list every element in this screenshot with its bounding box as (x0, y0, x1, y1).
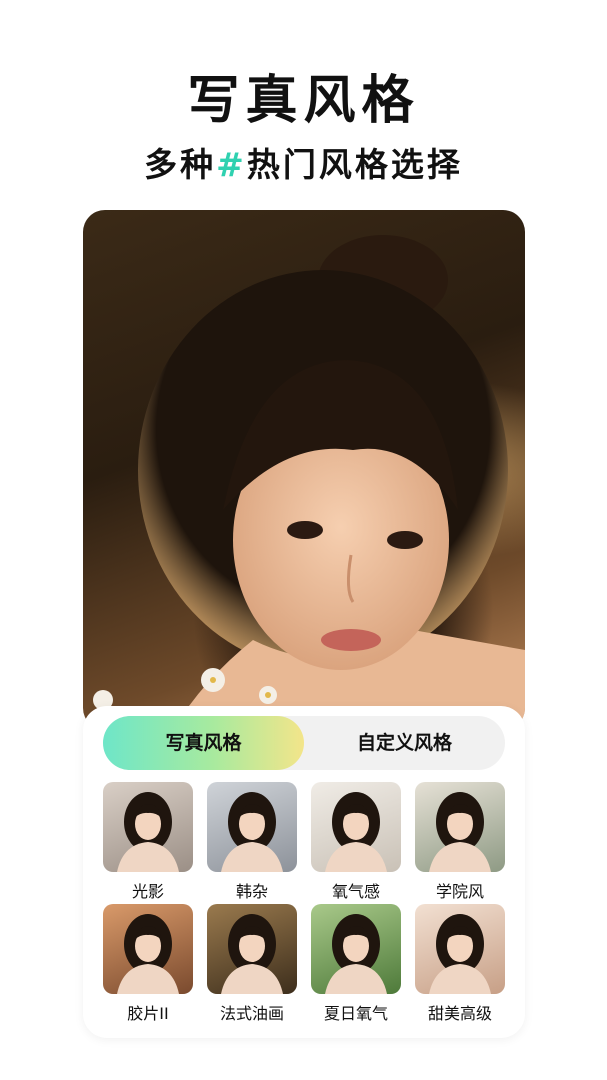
portrait-silhouette (429, 914, 491, 994)
page-subheadline: 多种#热门风格选择 (0, 138, 607, 186)
portrait-silhouette (325, 792, 387, 872)
style-thumbnail (103, 782, 193, 872)
style-label: 甜美高级 (427, 1004, 492, 1023)
style-mode-toggle: 写真风格 自定义风格 (103, 716, 505, 770)
style-thumbnail (103, 904, 193, 994)
style-label: 法式油画 (219, 1004, 284, 1023)
style-thumbnail (311, 782, 401, 872)
style-thumbnail (207, 904, 297, 994)
hero-portrait-image (83, 210, 525, 730)
style-thumbnail (415, 904, 505, 994)
style-label: 夏日氧气 (323, 1004, 388, 1023)
style-selection-panel: 写真风格 自定义风格 光影 韩杂 氧气感 学院风 胶片II 法式油画 夏日氧气 … (83, 706, 525, 1038)
hero-portrait-illustration (93, 235, 525, 730)
style-label: 胶片II (127, 1004, 169, 1023)
tab-photo-style[interactable]: 写真风格 (103, 716, 304, 770)
portrait-silhouette (117, 792, 179, 872)
style-card-yangqigan[interactable]: 氧气感 (311, 782, 401, 902)
style-card-xiariyangqi[interactable]: 夏日氧气 (311, 904, 401, 1024)
subtitle-prefix: 多种 (144, 145, 217, 184)
style-label: 韩杂 (235, 882, 268, 901)
portrait-silhouette (429, 792, 491, 872)
style-thumbnail (415, 782, 505, 872)
tab-custom-style[interactable]: 自定义风格 (304, 716, 505, 770)
subtitle-rest: 热门风格选择 (246, 145, 463, 184)
portrait-silhouette (117, 914, 179, 994)
style-card-tianmeigaoji[interactable]: 甜美高级 (415, 904, 505, 1024)
style-card-jiaopian2[interactable]: 胶片II (103, 904, 193, 1024)
style-label: 光影 (131, 882, 164, 901)
portrait-silhouette (221, 914, 283, 994)
style-card-hanza[interactable]: 韩杂 (207, 782, 297, 902)
portrait-silhouette (221, 792, 283, 872)
style-thumbnail (311, 904, 401, 994)
portrait-silhouette (325, 914, 387, 994)
style-card-fashiyouhua[interactable]: 法式油画 (207, 904, 297, 1024)
style-thumbnail (207, 782, 297, 872)
subtitle-hash: # (216, 145, 247, 184)
style-label: 氧气感 (331, 882, 380, 901)
page-headline: 写真风格 (187, 71, 420, 131)
style-card-guangying[interactable]: 光影 (103, 782, 193, 902)
style-label: 学院风 (435, 882, 484, 901)
style-card-xueyuanfeng[interactable]: 学院风 (415, 782, 505, 902)
